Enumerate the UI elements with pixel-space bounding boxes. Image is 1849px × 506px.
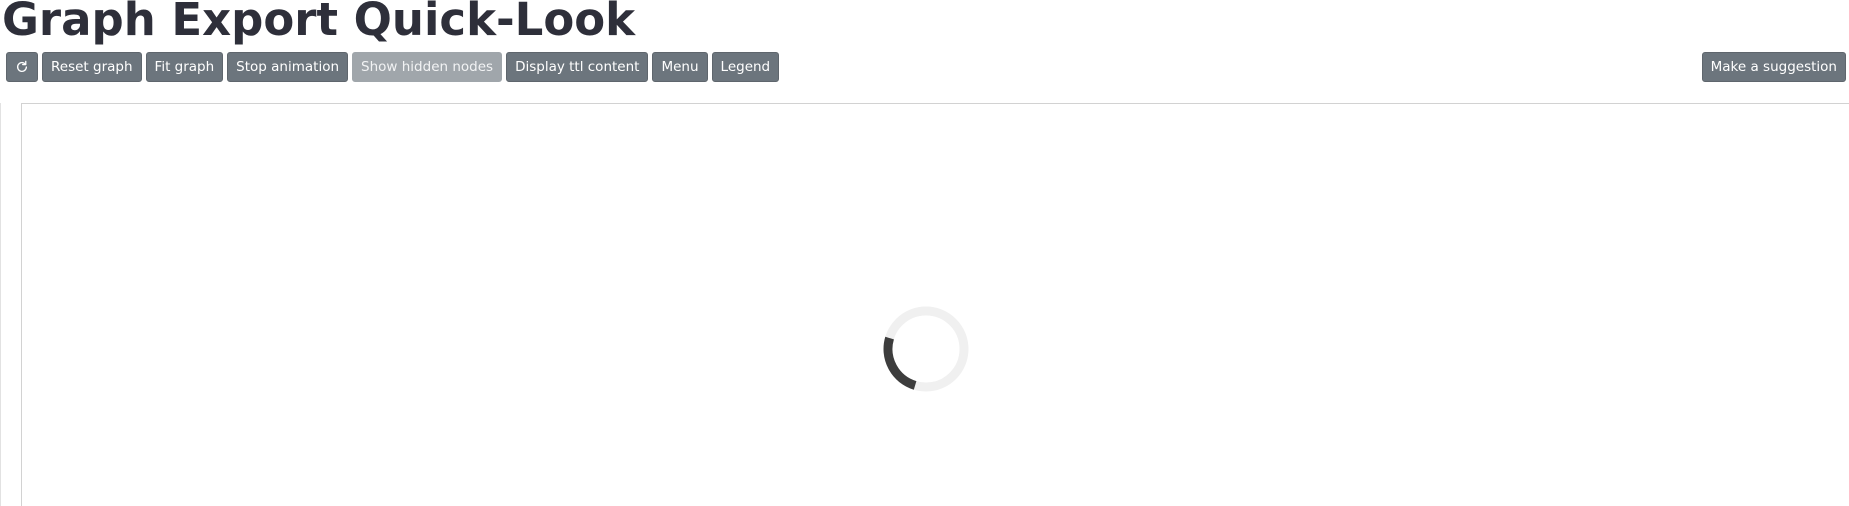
refresh-icon [16,60,28,72]
refresh-button[interactable] [6,52,38,82]
menu-button[interactable]: Menu [652,52,708,82]
show-hidden-nodes-button[interactable]: Show hidden nodes [352,52,503,82]
loading-spinner-icon [883,306,969,392]
fit-graph-button[interactable]: Fit graph [145,52,224,82]
graph-canvas[interactable] [21,103,1849,506]
page-title: Graph Export Quick-Look [2,0,636,46]
reset-graph-button[interactable]: Reset graph [42,52,142,82]
left-divider [0,103,1,506]
graph-toolbar: Reset graph Fit graph Stop animation Sho… [6,52,780,82]
legend-button[interactable]: Legend [711,52,780,82]
make-suggestion-button[interactable]: Make a suggestion [1701,52,1846,82]
stop-animation-button[interactable]: Stop animation [227,52,349,82]
page: Graph Export Quick-Look Reset graph Fit … [0,0,1849,506]
display-ttl-content-button[interactable]: Display ttl content [506,52,649,82]
